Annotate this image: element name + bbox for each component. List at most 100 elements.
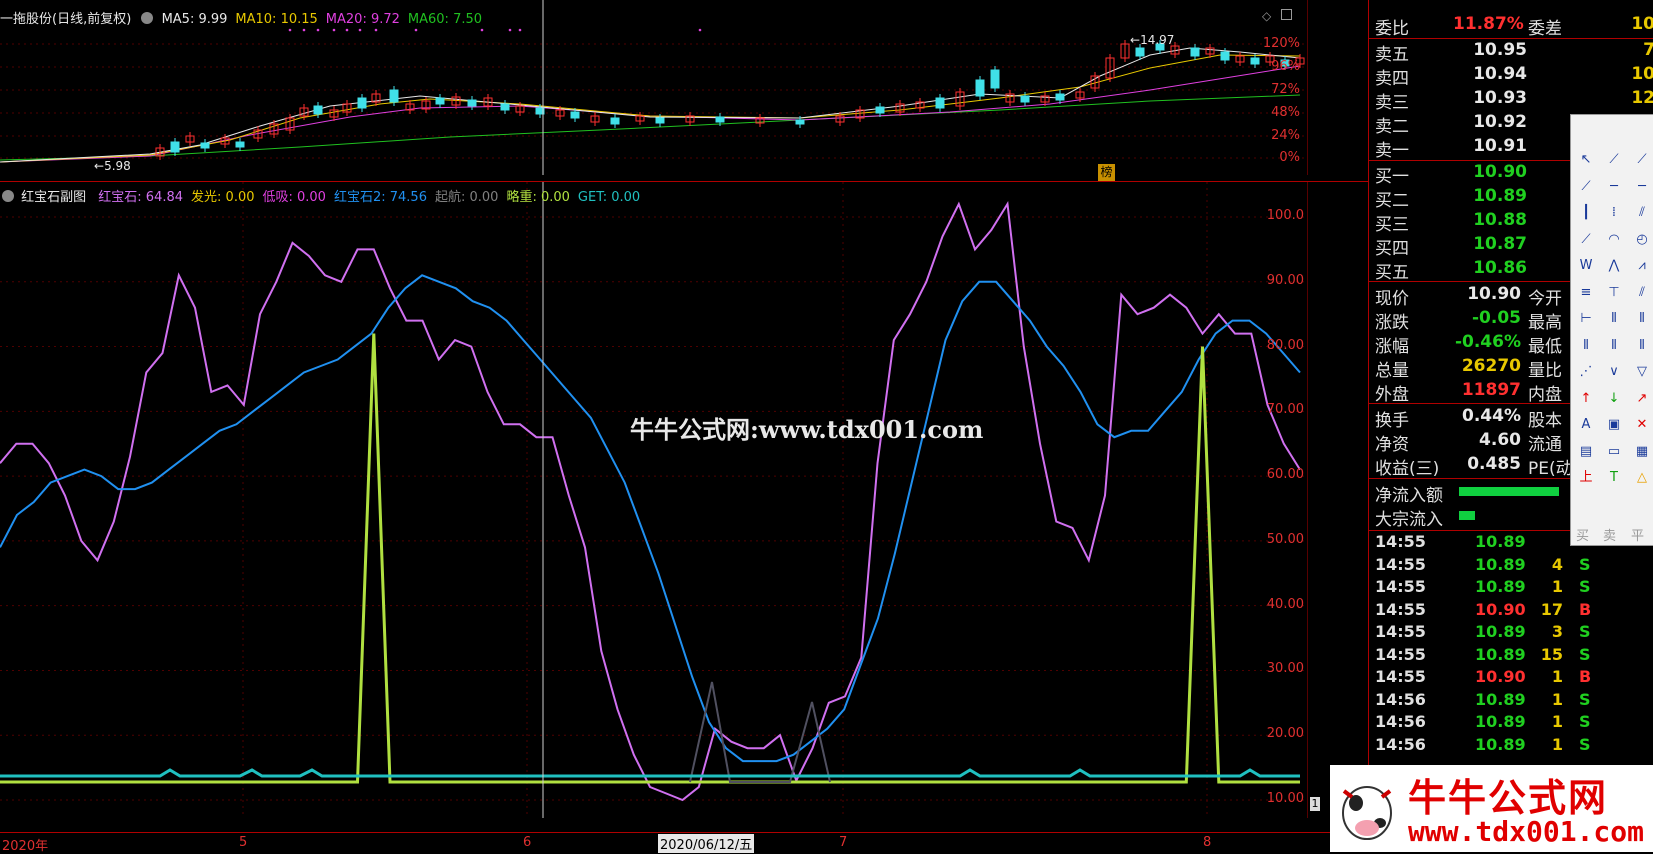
y-tick: 60.00 — [1266, 467, 1304, 483]
low-price-label: ←5.98 — [94, 159, 131, 173]
x-tick: 6 — [523, 835, 532, 850]
x-axis: 2020年 5 6 7 8 2020/06/12/五 — [0, 832, 1368, 854]
y-tick: 50.00 — [1266, 531, 1304, 547]
buy-label[interactable]: 买 — [1576, 525, 1589, 544]
kline-header: 一拖股份(日线,前复权) MA5: 9.99 MA10: 10.15 MA20: 9… — [0, 8, 490, 27]
right-marker: 1 — [1310, 797, 1320, 811]
drawing-tool-icon[interactable]: ⟋ — [1575, 229, 1597, 251]
drawing-tool-icon[interactable]: ↓ — [1603, 388, 1625, 410]
stock-title: 一拖股份(日线,前复权) — [0, 12, 132, 27]
indicator-label-2: 低吸: 0.00 — [262, 190, 326, 205]
high-price-label: ←14.97 — [1130, 33, 1175, 47]
tick-row: 14:55 10.89 15 S — [1375, 644, 1591, 664]
pct-tick: 48% — [1271, 105, 1300, 120]
ma-label-3: MA60: 7.50 — [407, 12, 483, 27]
drawing-tool-icon[interactable]: ✕ — [1631, 414, 1653, 436]
drawing-tool-icon[interactable]: ⦀ — [1575, 335, 1597, 357]
drawing-tool-icon[interactable]: ▣ — [1603, 414, 1625, 436]
y-tick: 10.00 — [1266, 791, 1304, 806]
drawing-tool-icon[interactable]: ▤ — [1575, 441, 1597, 463]
drawing-tool-icon[interactable]: ◴ — [1631, 229, 1653, 251]
subchart-title: 红宝石副图 — [21, 190, 87, 205]
x-tick: 2020年 — [2, 839, 49, 854]
drawing-tool-icon[interactable]: ⋀ — [1603, 255, 1625, 277]
x-tick: 5 — [239, 835, 248, 850]
ma-label-0: MA5: 9.99 — [161, 12, 228, 27]
ma-label-1: MA10: 10.15 — [235, 12, 318, 27]
y-tick: 80.00 — [1266, 337, 1304, 353]
drawing-tool-icon[interactable]: ─ — [1631, 176, 1653, 198]
drawing-tool-icon[interactable]: 上 — [1575, 467, 1597, 489]
drawing-tool-icon[interactable]: ─ — [1603, 176, 1625, 198]
drawing-tool-icon[interactable]: ▭ — [1603, 441, 1625, 463]
ask-row[interactable]: 卖四 10.94 10 — [1375, 64, 1653, 89]
y-tick: 20.00 — [1266, 726, 1304, 742]
tick-row: 14:55 10.89 1 S — [1375, 577, 1591, 596]
drawing-tool-icon[interactable]: ▦ — [1631, 441, 1653, 463]
drawing-tool-icon[interactable]: ⊤ — [1603, 282, 1625, 304]
x-tick: 8 — [1203, 835, 1212, 850]
tick-row: 14:56 10.89 1 S — [1375, 689, 1591, 709]
maximize-icon[interactable] — [1281, 9, 1293, 20]
drawing-tool-icon[interactable]: ⩘ — [1631, 255, 1653, 277]
drawing-tool-icon[interactable]: △ — [1631, 467, 1653, 489]
cow-logo-icon — [1336, 773, 1398, 845]
drawing-tool-icon[interactable]: ⫽ — [1631, 282, 1653, 304]
drawing-tool-icon[interactable]: ⟋ — [1631, 149, 1653, 171]
drawing-tool-icon[interactable]: T — [1603, 467, 1625, 489]
drawing-tool-icon[interactable]: ⦀ — [1603, 308, 1625, 330]
drawing-tool-icon[interactable]: ⋰ — [1575, 361, 1597, 383]
flow-bar — [1459, 511, 1475, 520]
pct-tick: 24% — [1271, 128, 1300, 143]
drawing-tool-icon[interactable]: ↑ — [1575, 388, 1597, 410]
drawing-tool-icon[interactable]: ▽ — [1631, 361, 1653, 383]
y-tick: 30.00 — [1266, 661, 1304, 677]
drawing-toolbox: ↖ ⟋ ⟋ ⟋ ─ ─ ┃ ⁞ ⫽ ⟋ ◠ ◴ W ⋀ ⩘ ≡ ⊤ ⫽ ⊢ ⦀ ⦀ ⦀ ⦀ ⦀ ⋰ ∨ ▽ ↑ ↓ ↗ A ▣ ✕ ▤ ▭ ▦ 上 T △ … — [1570, 114, 1653, 546]
drawing-tool-icon[interactable]: ⟋ — [1575, 176, 1597, 198]
tick-row: 14:55 10.90 1 B — [1375, 667, 1592, 686]
drawing-tool-icon[interactable]: ∨ — [1603, 361, 1625, 383]
ask-row[interactable]: 卖三 10.93 12 — [1375, 88, 1653, 113]
indicator-label-6: GET: 0.00 — [577, 190, 641, 205]
window-controls[interactable]: ◇ — [1262, 9, 1302, 23]
drawing-tool-icon[interactable]: ⦀ — [1603, 335, 1625, 357]
tick-row: 14:55 10.89 4 S — [1375, 554, 1591, 574]
drawing-tool-icon[interactable]: A — [1575, 414, 1597, 436]
weibi-row: 委比 11.87% 委差 10 — [1375, 14, 1653, 39]
settings-circle-icon[interactable] — [2, 190, 14, 202]
indicator-label-0: 红宝石: 64.84 — [98, 190, 184, 205]
drawing-tool-icon[interactable]: ┃ — [1575, 202, 1597, 224]
drawing-tool-icon[interactable]: ⫽ — [1631, 202, 1653, 224]
settings-circle-icon[interactable] — [141, 12, 154, 24]
tick-row: 14:55 10.90 17 B — [1375, 599, 1592, 619]
cursor-date: 2020/06/12/五 — [658, 834, 755, 853]
site-logo: 牛牛公式网 www.tdx001.com — [1330, 765, 1653, 852]
drawing-tool-icon[interactable]: ⁞ — [1603, 202, 1625, 224]
flow-bar — [1459, 487, 1559, 496]
indicator-label-4: 起航: 0.00 — [434, 190, 499, 205]
drawing-tool-icon[interactable]: ◠ — [1603, 229, 1625, 251]
drawing-tool-icon[interactable]: ≡ — [1575, 282, 1597, 304]
indicator-label-1: 发光: 0.00 — [191, 190, 255, 205]
pct-tick: 96% — [1271, 59, 1300, 74]
drawing-tool-icon[interactable]: ⦀ — [1631, 335, 1653, 357]
indicator-label-3: 红宝石2: 74.56 — [333, 190, 427, 205]
drawing-tool-icon[interactable]: ↗ — [1631, 388, 1653, 410]
flat-label[interactable]: 平 — [1631, 525, 1644, 544]
drawing-tool-icon[interactable]: ⦀ — [1631, 308, 1653, 330]
diamond-icon[interactable]: ◇ — [1262, 9, 1271, 23]
drawing-tool-icon[interactable]: ⟋ — [1603, 149, 1625, 171]
ask-row[interactable]: 卖五 10.95 7 — [1375, 40, 1653, 65]
series-get-line — [0, 768, 1300, 778]
subchart-panel[interactable] — [0, 182, 1308, 818]
series-hongbaoshi-line — [0, 201, 1301, 802]
drawing-tool-icon[interactable]: ⊢ — [1575, 308, 1597, 330]
sell-label[interactable]: 卖 — [1603, 525, 1616, 544]
pct-tick: 0% — [1279, 150, 1300, 165]
drawing-tool-icon[interactable]: W — [1575, 255, 1597, 277]
drawing-tool-icon[interactable]: ↖ — [1575, 149, 1597, 171]
bang-badge[interactable]: 榜 — [1098, 164, 1115, 181]
y-tick: 90.00 — [1266, 272, 1304, 288]
y-tick: 70.00 — [1266, 402, 1304, 418]
tick-row: 14:56 10.89 1 S — [1375, 712, 1591, 731]
